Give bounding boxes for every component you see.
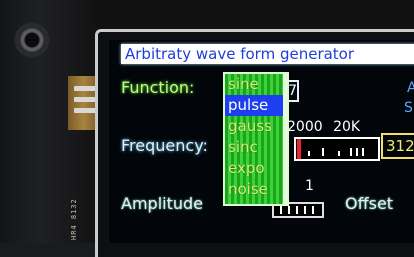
scale-tick <box>304 206 306 214</box>
scale-tick <box>312 206 314 214</box>
scale-tick <box>338 151 340 156</box>
scale-tick <box>362 148 364 156</box>
dropdown-item-expo[interactable]: expo <box>225 158 287 179</box>
scale-tick <box>350 148 352 156</box>
dropdown-item-sine[interactable]: sine <box>225 74 287 95</box>
frequency-label: Frequency: <box>121 136 208 155</box>
app-title: Arbitraty wave form generator <box>121 44 414 64</box>
scale-tick <box>288 206 290 214</box>
frequency-tick-label: 20K <box>333 119 361 135</box>
frequency-tick-label: 2000 <box>287 119 323 135</box>
dropdown-item-noise[interactable]: noise <box>225 179 287 200</box>
amplitude-tick-label: 1 <box>305 178 314 194</box>
scale-tick <box>322 148 324 156</box>
dropdown-item-pulse[interactable]: pulse <box>225 95 287 116</box>
lcd-screen: Arbitraty wave form generator Function: … <box>109 40 414 243</box>
dropdown-item-sinc[interactable]: sinc <box>225 137 287 158</box>
pcb-marking: HR4 8132 <box>70 198 78 240</box>
frequency-scale-labels: 2000 20K <box>287 119 366 135</box>
edge-char: S <box>404 100 413 116</box>
dropdown-edge <box>283 74 287 204</box>
scale-tick <box>356 148 358 156</box>
edge-char: A <box>407 80 414 96</box>
amplitude-label: Amplitude <box>121 194 203 213</box>
function-label: Function: <box>121 78 195 97</box>
scale-tick <box>280 206 282 214</box>
mounting-screw-icon <box>14 22 50 58</box>
frequency-value-field[interactable]: 312 <box>381 133 414 159</box>
frequency-slider-thumb[interactable] <box>297 139 301 159</box>
dropdown-item-gauss[interactable]: gauss <box>225 116 287 137</box>
function-dropdown-list[interactable]: sine pulse gauss sinc expo noise <box>223 72 289 206</box>
scale-tick <box>308 151 310 156</box>
frequency-slider[interactable] <box>294 137 380 161</box>
offset-label: Offset <box>345 194 394 213</box>
scale-tick <box>296 206 298 214</box>
